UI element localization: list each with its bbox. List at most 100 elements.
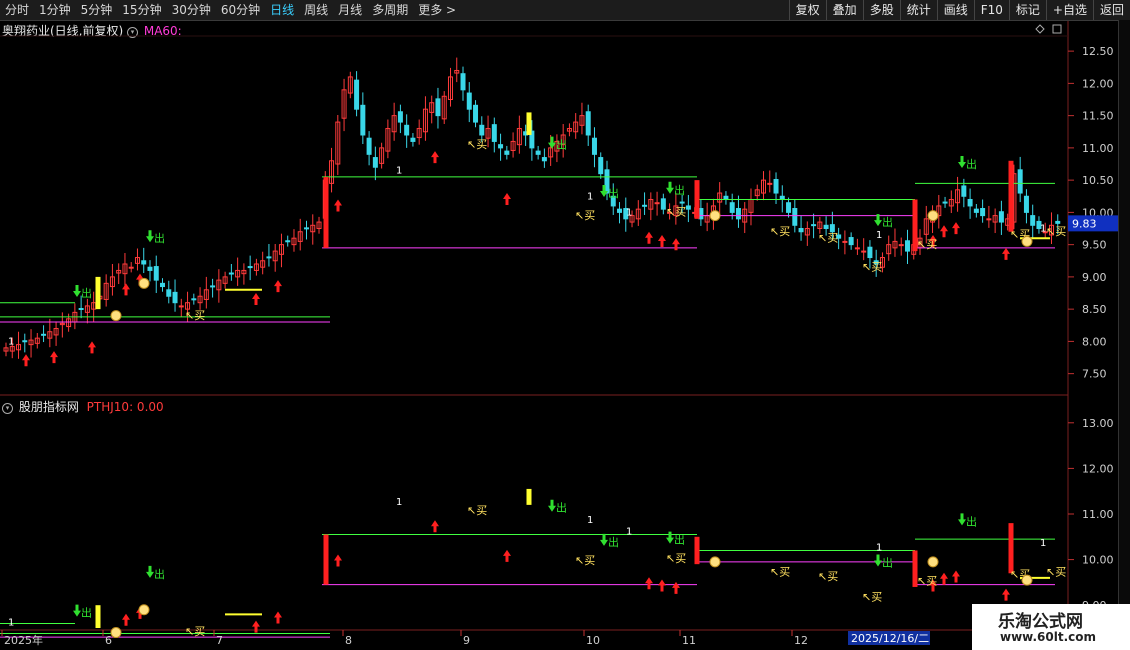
- candlestick-chart[interactable]: 12.50 12.00 11.50 11.00 10.50 10.00 9.50 9.00 8.…: [0, 0, 1130, 650]
- candle-body-93: [585, 111, 591, 136]
- candle-body-75: [473, 104, 479, 123]
- sub-signal-bar-5: [526, 488, 532, 505]
- sell-arrow-sub-3: [600, 533, 608, 546]
- main-signal-bar-5: [526, 112, 532, 135]
- sell-arrow-sub-2-label: 出: [556, 501, 567, 515]
- time-label-6: 11: [682, 634, 696, 647]
- count-label-sub-2: 1: [587, 515, 593, 526]
- buy-label-main-6: ↖买: [862, 260, 882, 273]
- candle-body-109: [685, 205, 691, 210]
- buy-label-sub-9: ↖买: [1046, 566, 1066, 579]
- candle-body-129: [811, 224, 817, 227]
- sell-arrow-sub-1-label: 出: [154, 567, 165, 581]
- price-tick-8: 8.50: [1082, 303, 1107, 316]
- sub-tick-3: 10.00: [1082, 554, 1114, 567]
- current-price-text: 9.83: [1072, 217, 1097, 230]
- buy-arrow-sub-3: [122, 613, 130, 626]
- sell-arrow-sub-1: [146, 565, 154, 578]
- candle-body-108: [679, 201, 685, 204]
- sub-tick-2: 11.00: [1082, 508, 1114, 521]
- sell-arrow-sub-0: [73, 604, 81, 617]
- candle-body-12: [78, 307, 84, 310]
- candle-body-24: [153, 266, 159, 281]
- candle-body-122: [767, 182, 773, 185]
- candle-body-42: [266, 256, 272, 259]
- candle-body-6: [41, 333, 47, 336]
- candle-body-25: [160, 282, 166, 288]
- price-tick-4: 10.50: [1082, 174, 1114, 187]
- candle-body-125: [786, 202, 792, 213]
- candle-body-85: [535, 150, 541, 155]
- sell-arrow-sub-4: [666, 531, 674, 544]
- buy-label-sub-5: ↖买: [818, 570, 838, 583]
- main-signal-bar-3: [1008, 160, 1014, 232]
- candle-body-76: [479, 124, 485, 136]
- time-label-3: 8: [345, 634, 352, 647]
- candle-body-153: [961, 185, 967, 197]
- sub-tick-1: 12.00: [1082, 462, 1114, 475]
- count-label-sub-3: 1: [626, 527, 632, 538]
- sub-signal-bar-3: [1008, 523, 1014, 574]
- buy-label-main-4: ↖买: [770, 225, 790, 238]
- buy-arrow-main-6: [274, 280, 282, 293]
- candle-body-137: [861, 250, 867, 253]
- sell-arrow-sub-3-label: 出: [608, 535, 619, 549]
- candle-body-134: [842, 240, 848, 243]
- buy-arrow-main-9: [503, 193, 511, 206]
- time-label-5: 10: [586, 634, 600, 647]
- sell-arrow-main-5-label: 出: [882, 215, 893, 229]
- time-label-0: 2025年: [4, 633, 43, 647]
- candle-body-127: [798, 228, 804, 233]
- candle-body-58: [366, 137, 372, 155]
- candle-body-136: [854, 247, 860, 250]
- watermark-logo-url: www.60lt.com: [1000, 630, 1097, 644]
- sell-arrow-sub-6-label: 出: [966, 514, 977, 528]
- sub-signal-bar-1: [694, 536, 700, 565]
- sell-arrow-main-6-label: 出: [966, 157, 977, 171]
- buy-arrow-sub-10: [645, 577, 653, 590]
- sub-signal-bar-0: [323, 534, 329, 585]
- candle-body-163: [1023, 195, 1029, 213]
- candle-body-144: [904, 240, 910, 252]
- buy-arrow-main-1: [50, 351, 58, 364]
- buy-arrow-sub-7: [334, 554, 342, 567]
- candle-body-20: [128, 266, 134, 269]
- time-label-2: 7: [216, 634, 223, 647]
- buy-label-sub-4: ↖买: [770, 566, 790, 579]
- buy-arrow-sub-16: [1002, 588, 1010, 601]
- candle-body-36: [228, 272, 234, 275]
- buy-label-sub-3: ↖买: [666, 552, 686, 565]
- diamond-icon[interactable]: [1035, 24, 1045, 34]
- sell-arrow-main-1-label: 出: [154, 231, 165, 245]
- buy-label-main-1: ↖买: [467, 138, 487, 151]
- buy-arrow-main-15: [952, 222, 960, 235]
- candle-body-74: [466, 92, 472, 110]
- buy-arrow-sub-14: [940, 572, 948, 585]
- window-icon[interactable]: [1052, 24, 1062, 34]
- buy-label-main-2: ↖买: [575, 209, 595, 222]
- candle-body-143: [898, 244, 904, 247]
- candle-body-95: [598, 157, 604, 175]
- count-label-sub-1: 1: [396, 497, 402, 508]
- count-label-main-3: 1: [626, 208, 632, 219]
- buy-arrow-main-11: [658, 234, 666, 247]
- price-tick-0: 12.50: [1082, 45, 1114, 58]
- candle-body-65: [410, 137, 416, 142]
- count-label-sub-4: 1: [876, 542, 882, 553]
- price-tick-10: 7.50: [1082, 368, 1107, 381]
- buy-label-main-5: ↖买: [818, 231, 838, 244]
- sell-arrow-main-2-label: 出: [556, 138, 567, 152]
- time-label-4: 9: [463, 634, 470, 647]
- sell-arrow-main-6: [958, 156, 966, 169]
- candle-body-33: [210, 285, 216, 288]
- coin-icon-main-2: [709, 210, 721, 222]
- coin-icon-sub-0: [110, 627, 122, 639]
- coin-icon-main-3: [927, 210, 939, 222]
- count-label-sub-5: 1: [1040, 538, 1046, 549]
- buy-label-main-7: ↖买: [917, 238, 937, 251]
- candle-body-56: [354, 79, 360, 110]
- candle-body-27: [172, 291, 178, 304]
- buy-arrow-main-10: [645, 231, 653, 244]
- candle-body-155: [973, 208, 979, 213]
- price-tick-7: 9.00: [1082, 271, 1107, 284]
